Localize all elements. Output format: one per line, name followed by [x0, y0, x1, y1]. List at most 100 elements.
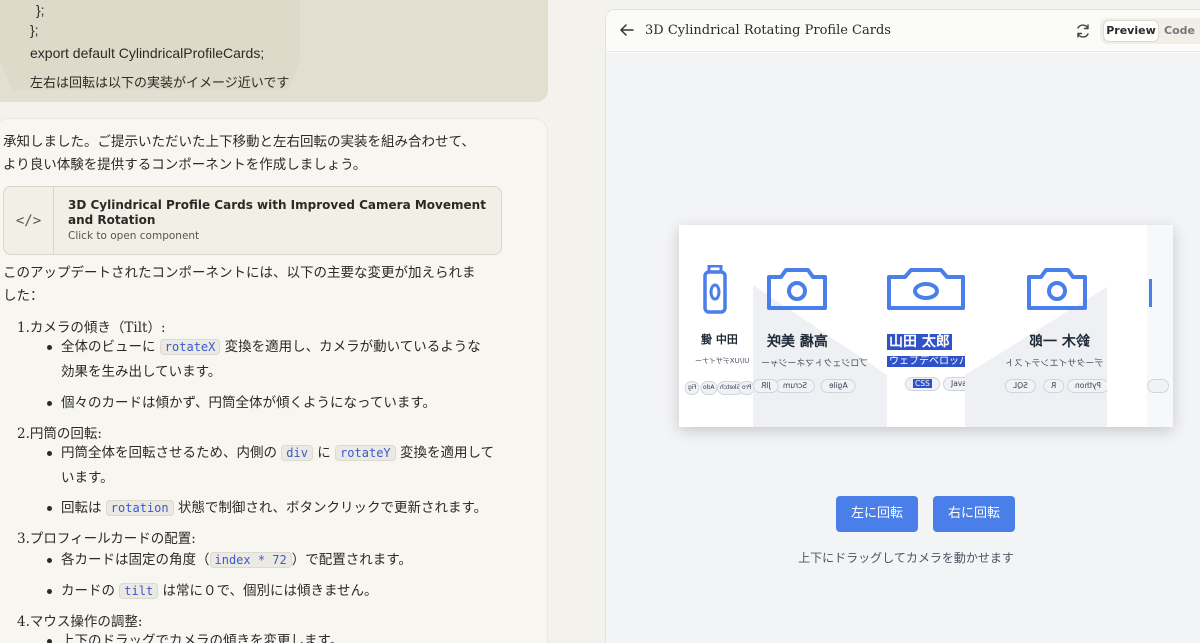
profile-name: 高橋 美咲	[767, 334, 828, 350]
card-carousel[interactable]: 田中 健 UI/UXデザイナー Fig Ado Sketch Pro 高橋 美咲…	[679, 225, 1173, 427]
profile-card[interactable]: 田中 健 UI/UXデザイナー Fig Ado Sketch Pro	[679, 225, 753, 427]
assistant-message: 承知しました。ご提示いただいた上下移動と左右回転の実装を組み合わせて、 より良い…	[0, 118, 548, 643]
inline-code: rotateY	[335, 445, 396, 461]
profile-card[interactable]: 鈴木 一郎 データサイエンティスト Python R SQL	[965, 225, 1107, 427]
profile-name: 山田 太郎	[887, 331, 952, 351]
bullet-text: ）で配置されます。	[291, 552, 412, 568]
inline-code: index * 72	[209, 552, 292, 568]
artifact-title: 3D Cylindrical Profile Cards with Improv…	[68, 198, 486, 227]
bullet-text: 各カードは固定の角度（	[61, 552, 210, 568]
skill-tag: Ado	[700, 381, 718, 395]
profile-role: ウェブデベロッパー	[887, 352, 965, 367]
profile-name: 田中 健	[701, 333, 738, 346]
skill-tag: Pro	[739, 381, 753, 395]
card-shading	[753, 285, 887, 427]
refresh-icon[interactable]	[1074, 22, 1092, 40]
bullet-text: 回転は	[61, 500, 102, 516]
preview-title: 3D Cylindrical Rotating Profile Cards	[645, 23, 891, 38]
code-icon-glyph: </>	[15, 212, 42, 229]
camera-icon	[1027, 268, 1087, 310]
card-shading	[1107, 225, 1173, 427]
selected-tag: CSS	[913, 379, 932, 388]
rotate-left-button[interactable]: 左に回転	[836, 496, 918, 532]
profile-role: データサイエンティスト	[1005, 359, 1104, 369]
intro-line-1: 承知しました。ご提示いただいた上下移動と左右回転の実装を組み合わせて、	[3, 134, 475, 150]
section-number: 2.	[17, 426, 30, 442]
bullet-text: 上下のドラッグでカメラの傾きを変更します。	[61, 633, 344, 643]
view-toggle: Preview Code	[1100, 18, 1200, 44]
profile-card[interactable]: 山田 太郎 ウェブデベロッパー CSS Java	[887, 225, 965, 427]
code-line: };	[36, 2, 45, 18]
list-item: 上下のドラッグでカメラの傾きを変更します。	[46, 629, 344, 643]
inline-code: rotateX	[159, 339, 221, 355]
code-line: export default CylindricalProfileCards;	[30, 45, 265, 61]
bullet-text: います。	[61, 470, 114, 486]
section-title: 円筒の回転:	[29, 426, 102, 442]
arrow-left-icon[interactable]	[618, 21, 636, 39]
section-number: 1.	[17, 320, 30, 336]
section-number: 3.	[17, 531, 30, 547]
skill-tag: R	[1043, 379, 1065, 393]
summary-line-2: した：	[3, 288, 44, 304]
profile-role: プロジェクトマネージャー	[761, 359, 869, 369]
preview-header: 3D Cylindrical Rotating Profile Cards Pr…	[606, 10, 1200, 52]
bullet-text: 効果を生み出しています。	[61, 364, 222, 380]
card-shading	[965, 287, 1107, 427]
skill-tag: Agile	[821, 379, 856, 393]
artifact-card[interactable]: </> 3D Cylindrical Profile Cards with Im…	[3, 186, 502, 255]
bullet-text: カードの	[61, 583, 115, 599]
skill-tag: SQL	[1005, 379, 1036, 393]
drag-hint: 上下にドラッグしてカメラを動かせます	[798, 551, 1014, 565]
section-title: マウス操作の調整:	[29, 614, 143, 630]
section-number: 4.	[17, 614, 30, 630]
list-item: 回転は rotation 状態で制御され、ボタンクリックで更新されます。	[47, 496, 531, 521]
inline-code: div	[281, 445, 313, 461]
list-item: 個々のカードは傾かず、円筒全体が傾くようになっています。	[46, 391, 437, 416]
list-item: 各カードは固定の角度（ index * 72 ）で配置されます。	[47, 548, 531, 573]
preview-stage[interactable]: 田中 健 UI/UXデザイナー Fig Ado Sketch Pro 高橋 美咲…	[606, 53, 1200, 643]
bullet-text: に	[317, 445, 331, 461]
skill-tag: CSS	[905, 377, 940, 391]
profile-card[interactable]: 高橋 美咲 プロジェクトマネージャー Agile Scrum JIR	[753, 225, 887, 427]
camera-icon	[767, 268, 827, 310]
section-title: カメラの傾き（Tilt）:	[29, 320, 166, 336]
selected-name: 山田 太郎	[887, 334, 952, 350]
bullet-text: 円筒全体を回転させるため、内側の	[61, 445, 277, 461]
tab-code[interactable]: Code	[1164, 20, 1195, 42]
code-icon: </>	[4, 187, 54, 254]
bullet-text: 個々のカードは傾かず、円筒全体が傾くようになっています。	[61, 395, 437, 411]
selected-role: ウェブデベロッパー	[887, 356, 965, 367]
intro-paragraph: 承知しました。ご提示いただいた上下移動と左右回転の実装を組み合わせて、 より良い…	[3, 131, 503, 177]
skill-tag: JIR	[753, 379, 779, 393]
skill-tag: Java	[943, 377, 965, 391]
code-line: };	[30, 22, 39, 38]
camera-icon	[1149, 279, 1152, 307]
inline-code: tilt	[119, 583, 159, 599]
profile-name: 鈴木 一郎	[1029, 334, 1090, 350]
artifact-subtitle: Click to open component	[68, 230, 200, 242]
list-item: 全体のビューに rotateX 変換を適用し、カメラが動いているような 効果を生…	[47, 335, 501, 385]
artifact-preview-pane: 3D Cylindrical Rotating Profile Cards Pr…	[605, 9, 1200, 643]
skill-tag: Fig	[685, 381, 700, 395]
list-item: カードの tilt は常に０で、個別には傾きません。	[47, 579, 531, 604]
skill-tag: Scrum	[775, 379, 816, 393]
user-message-text: 左右は回転は以下の実装がイメージ近いです	[30, 76, 290, 91]
tab-preview[interactable]: Preview	[1103, 20, 1159, 42]
section-title: プロフィールカードの配置:	[29, 531, 196, 547]
camera-icon	[887, 268, 965, 310]
bullet-text: 変換を適用し、カメラが動いているような	[224, 339, 481, 355]
summary-paragraph: このアップデートされたコンポーネントには、以下の主要な変更が加えられま した：	[3, 262, 503, 308]
skill-tag: Python	[1067, 379, 1107, 393]
chat-pane: }; }; export default CylindricalProfileC…	[0, 0, 560, 643]
bullet-text: 状態で制御され、ボタンクリックで更新されます。	[177, 500, 488, 516]
bullet-text: 全体のビューに	[61, 339, 156, 355]
intro-line-2: より良い体験を提供するコンポーネントを作成しましょう。	[3, 157, 367, 173]
camera-icon	[703, 265, 727, 314]
skill-tag	[1147, 379, 1169, 393]
inline-code: rotation	[105, 500, 174, 516]
summary-line-1: このアップデートされたコンポーネントには、以下の主要な変更が加えられま	[3, 265, 476, 281]
profile-role: UI/UXデザイナー	[695, 357, 750, 365]
profile-card[interactable]	[1107, 225, 1173, 427]
rotate-right-button[interactable]: 右に回転	[933, 496, 1015, 532]
bullet-text: は常に０で、個別には傾きません。	[162, 583, 378, 599]
